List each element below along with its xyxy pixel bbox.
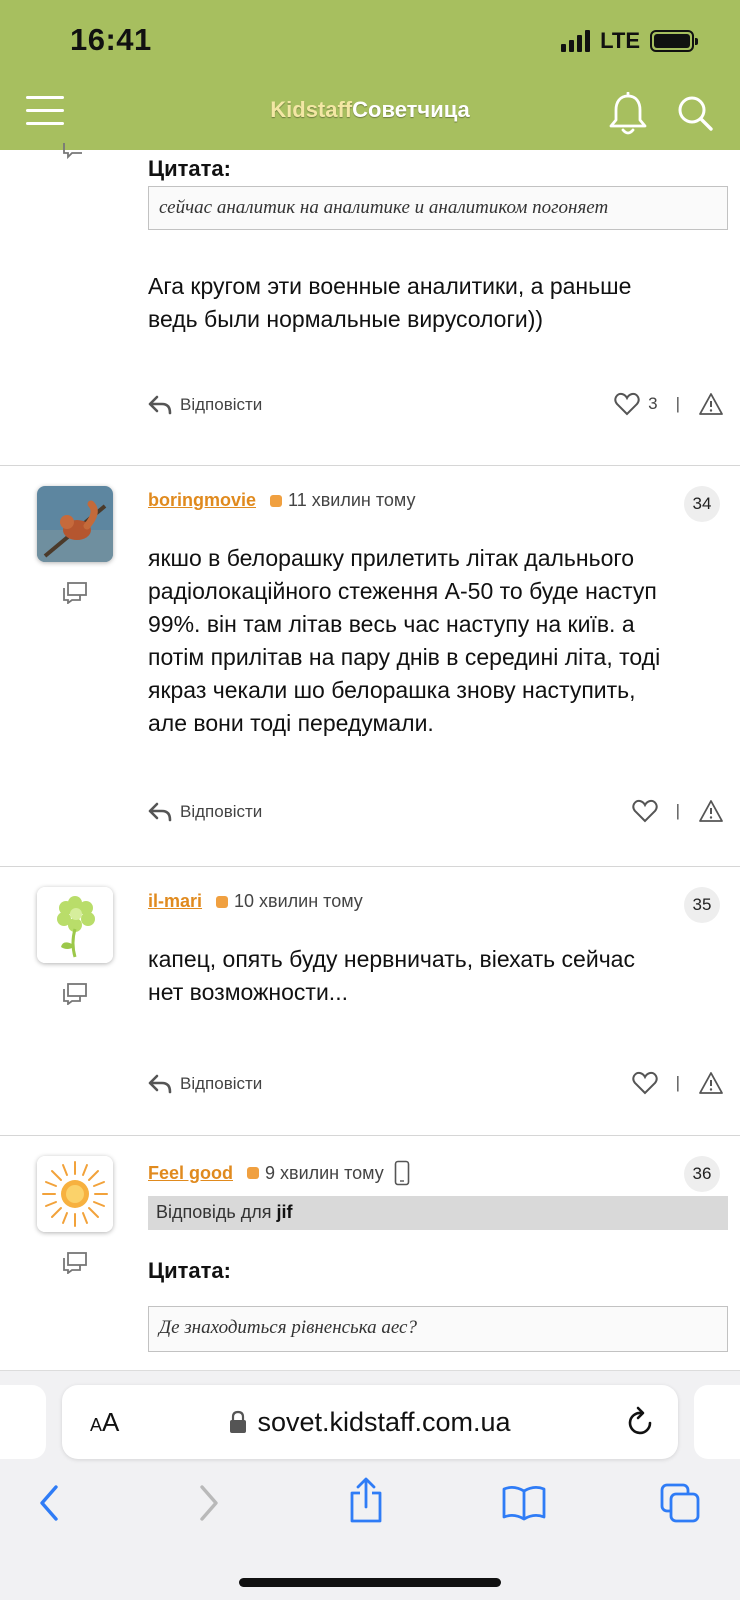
user-status-indicator bbox=[247, 1167, 259, 1179]
user-status-indicator bbox=[270, 494, 283, 507]
browser-toolbar: AA sovet.kidstaff.com.ua bbox=[0, 1370, 740, 1600]
bookmarks-icon[interactable] bbox=[502, 1485, 546, 1521]
post-text-line: Ага кругом эти военные аналитики, а рань… bbox=[148, 273, 632, 299]
reply-arrow-icon bbox=[148, 1074, 172, 1094]
back-arrow-icon[interactable] bbox=[36, 1483, 62, 1523]
action-separator: | bbox=[675, 394, 680, 413]
post-text-line: радіолокаційного стеження А-50 то буде н… bbox=[148, 578, 657, 604]
reply-to-prefix: Відповідь для bbox=[156, 1202, 272, 1222]
post-text-line: потім прилітав на пару днів в середині л… bbox=[148, 644, 661, 670]
cellular-signal-icon bbox=[561, 30, 591, 52]
status-indicators: LTE bbox=[561, 28, 698, 54]
reply-to-user[interactable]: jif bbox=[276, 1202, 292, 1222]
squirrel-avatar-image bbox=[37, 486, 113, 562]
network-type: LTE bbox=[600, 28, 640, 53]
heart-icon[interactable] bbox=[631, 799, 658, 823]
site-title-kidstaff: Kidstaff bbox=[270, 97, 353, 122]
post-time: 9 хвилин тому bbox=[265, 1162, 384, 1183]
forward-arrow-icon[interactable] bbox=[196, 1483, 222, 1523]
author-name-link[interactable]: Feel good bbox=[148, 1163, 233, 1184]
app-header: 16:41 LTE KidstaffСоветчица bbox=[0, 0, 740, 150]
post-time: 11 хвилин тому bbox=[288, 490, 416, 510]
post-body: Ага кругом эти военные аналитики, а рань… bbox=[148, 270, 720, 336]
reply-arrow-icon bbox=[148, 395, 172, 415]
post-actions: | bbox=[631, 799, 724, 823]
quote-reply-icon[interactable] bbox=[62, 582, 88, 604]
quote-label: Цитата: bbox=[148, 156, 231, 181]
next-tab-preview[interactable] bbox=[694, 1385, 740, 1459]
search-icon[interactable] bbox=[676, 94, 714, 132]
post-number[interactable]: 34 bbox=[684, 486, 720, 522]
url-text: sovet.kidstaff.com.ua bbox=[257, 1407, 511, 1437]
heart-icon[interactable] bbox=[614, 392, 640, 416]
action-separator: | bbox=[675, 1073, 680, 1092]
user-status-indicator bbox=[216, 895, 229, 908]
like-count: 3 bbox=[648, 394, 658, 413]
reply-to-banner: Відповідь для jif bbox=[148, 1196, 728, 1230]
post-actions: | bbox=[631, 1071, 724, 1095]
user-avatar[interactable] bbox=[37, 1156, 113, 1232]
bell-icon[interactable] bbox=[608, 92, 648, 136]
url-display[interactable]: sovet.kidstaff.com.ua bbox=[62, 1407, 678, 1438]
battery-icon bbox=[650, 30, 698, 52]
reply-label: Відповісти bbox=[180, 395, 263, 414]
action-separator: | bbox=[675, 801, 680, 820]
post-text-line: ведь были нормальные вирусологи)) bbox=[148, 306, 544, 332]
address-bar[interactable]: AA sovet.kidstaff.com.ua bbox=[62, 1385, 678, 1459]
home-indicator bbox=[239, 1578, 501, 1587]
lock-icon bbox=[230, 1410, 247, 1433]
tabs-icon[interactable] bbox=[660, 1483, 700, 1523]
user-avatar[interactable] bbox=[37, 887, 113, 963]
post-comment: Цитата: сейчас аналитик на аналитике и а… bbox=[0, 143, 740, 466]
author-name-link[interactable]: boringmovie bbox=[148, 490, 256, 511]
author-name-link[interactable]: il-mari bbox=[148, 891, 202, 912]
status-time: 16:41 bbox=[70, 22, 152, 57]
post-number[interactable]: 36 bbox=[684, 1156, 720, 1192]
site-title-sovetchitsa: Советчица bbox=[352, 97, 470, 122]
quote-reply-icon[interactable] bbox=[62, 140, 88, 162]
post-text-line: 99%. він там літав весь час наступу на к… bbox=[148, 611, 635, 637]
post-text-line: нет возможности... bbox=[148, 979, 348, 1005]
warning-icon[interactable] bbox=[698, 392, 724, 416]
reply-arrow-icon bbox=[148, 802, 172, 822]
user-avatar[interactable] bbox=[37, 486, 113, 562]
reply-label: Відповісти bbox=[180, 1074, 263, 1093]
post-text-line: якраз чекали шо белорашка знову наступит… bbox=[148, 677, 636, 703]
post-comment: Feel good 9 хвилин тому 36 Відповідь для… bbox=[0, 1136, 740, 1370]
reload-icon[interactable] bbox=[626, 1405, 656, 1437]
reply-label: Відповісти bbox=[180, 802, 263, 821]
previous-tab-preview[interactable] bbox=[0, 1385, 46, 1459]
share-icon[interactable] bbox=[348, 1477, 384, 1523]
quote-reply-icon[interactable] bbox=[62, 1252, 88, 1274]
quoted-text: сейчас аналитик на аналитике и аналитико… bbox=[148, 186, 728, 230]
quoted-text: Де знаходиться рівненська аес? bbox=[148, 1306, 728, 1352]
post-number[interactable]: 35 bbox=[684, 887, 720, 923]
reply-button[interactable]: Відповісти bbox=[148, 1074, 262, 1094]
post-text-line: якшо в белорашку прилетить літак дальньо… bbox=[148, 545, 635, 571]
sun-avatar-image bbox=[37, 1156, 113, 1232]
post-meta: boringmovie 11 хвилин тому bbox=[148, 490, 415, 511]
post-comment: il-mari 10 хвилин тому 35 капец, опять б… bbox=[0, 867, 740, 1136]
warning-icon[interactable] bbox=[698, 1071, 724, 1095]
post-body: капец, опять буду нервничать, віехать се… bbox=[148, 943, 720, 1009]
heart-icon[interactable] bbox=[631, 1071, 658, 1095]
quote-label: Цитата: bbox=[148, 1258, 231, 1283]
post-text-line: але вони тоді передумали. bbox=[148, 710, 434, 736]
warning-icon[interactable] bbox=[698, 799, 724, 823]
post-actions: 3 | bbox=[614, 392, 724, 416]
post-comment: boringmovie 11 хвилин тому 34 якшо в бел… bbox=[0, 466, 740, 867]
reply-button[interactable]: Відповісти bbox=[148, 802, 262, 822]
post-text-line: капец, опять буду нервничать, віехать се… bbox=[148, 946, 635, 972]
post-meta: il-mari 10 хвилин тому bbox=[148, 891, 363, 912]
quote-reply-icon[interactable] bbox=[62, 983, 88, 1005]
flower-avatar-image bbox=[37, 887, 113, 963]
post-time: 10 хвилин тому bbox=[234, 891, 363, 911]
post-meta: Feel good 9 хвилин тому bbox=[148, 1160, 410, 1186]
post-body: якшо в белорашку прилетить літак дальньо… bbox=[148, 542, 720, 740]
reply-button[interactable]: Відповісти bbox=[148, 395, 262, 415]
mobile-device-icon bbox=[394, 1160, 410, 1186]
